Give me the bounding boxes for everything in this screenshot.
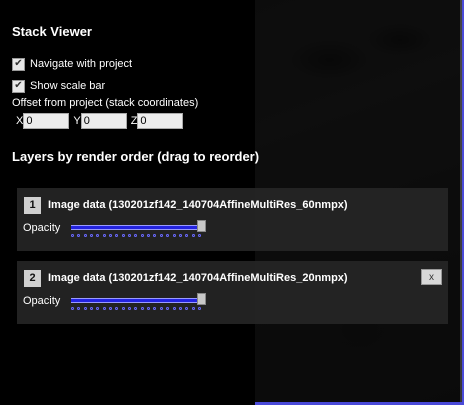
slider-tick [159,234,163,237]
offset-x-input[interactable] [23,113,70,129]
navigate-with-project-row[interactable]: ✔ Navigate with project [12,55,448,73]
slider-tick [109,307,113,310]
slider-tick [147,234,151,237]
opacity-label: Opacity [23,295,61,307]
opacity-slider[interactable] [71,220,207,240]
slider-tick [153,234,157,237]
slider-tick [77,234,81,237]
opacity-slider-track [71,225,199,230]
slider-tick [115,307,119,310]
slider-tick [102,234,106,237]
slider-tick [172,307,176,310]
slider-tick [153,307,157,310]
offset-y-label: Y [73,115,81,127]
slider-tick [96,234,100,237]
slider-tick [121,234,125,237]
slider-tick [172,234,176,237]
slider-tick [185,307,189,310]
slider-tick [140,234,144,237]
navigate-with-project-label: Navigate with project [30,58,133,70]
slider-tick [147,307,151,310]
slider-tick [166,307,170,310]
slider-tick [197,234,201,237]
opacity-slider-thumb[interactable] [197,293,206,305]
offset-z-input[interactable] [137,113,184,129]
layer-item[interactable]: 2 Image data (130201zf142_140704AffineMu… [17,261,448,324]
offset-y-input[interactable] [80,113,127,129]
slider-tick [71,307,74,310]
opacity-slider-thumb[interactable] [197,220,206,232]
slider-tick [83,234,87,237]
layer-list: 1 Image data (130201zf142_140704AffineMu… [12,188,448,324]
show-scale-bar-label: Show scale bar [30,80,106,92]
slider-tick [191,234,195,237]
show-scale-bar-row[interactable]: ✔ Show scale bar [12,77,448,95]
layer-index-badge: 2 [24,269,41,287]
slider-tick [166,234,170,237]
slider-tick [197,307,201,310]
offset-row: X Y Z [12,113,448,129]
layer-item[interactable]: 1 Image data (130201zf142_140704AffineMu… [17,188,448,251]
layers-title: Layers by render order (drag to reorder) [12,149,260,164]
slider-tick [71,234,74,237]
slider-tick [134,234,138,237]
slider-tick [185,234,189,237]
slider-tick [134,307,138,310]
slider-tick [159,307,163,310]
layer-name: Image data (130201zf142_140704AffineMult… [48,199,348,211]
offset-label: Offset from project (stack coordinates) [12,97,199,109]
slider-tick [178,234,182,237]
offset-x-label: X [16,115,24,127]
show-scale-bar-checkbox[interactable]: ✔ [12,79,25,93]
slider-tick [109,234,113,237]
opacity-slider[interactable] [71,293,207,313]
slider-tick [121,307,125,310]
slider-tick [90,307,94,310]
layer-name: Image data (130201zf142_140704AffineMult… [48,272,348,284]
layer-index-badge: 1 [24,196,41,214]
navigate-with-project-checkbox[interactable]: ✔ [12,57,25,71]
offset-z-label: Z [130,115,138,127]
opacity-slider-ticks [71,234,201,237]
opacity-label: Opacity [23,222,61,234]
slider-tick [128,307,132,310]
slider-tick [90,234,94,237]
remove-layer-button[interactable]: x [421,269,442,285]
slider-tick [102,307,106,310]
slider-tick [83,307,87,310]
slider-tick [191,307,195,310]
slider-tick [128,234,132,237]
panel-title: Stack Viewer [12,24,92,39]
opacity-slider-track [71,298,199,303]
slider-tick [178,307,182,310]
stack-viewer-settings-panel: Stack Viewer ✔ Navigate with project ✔ S… [0,0,460,402]
slider-tick [140,307,144,310]
opacity-slider-ticks [71,307,201,310]
slider-tick [77,307,81,310]
slider-tick [115,234,119,237]
slider-tick [96,307,100,310]
